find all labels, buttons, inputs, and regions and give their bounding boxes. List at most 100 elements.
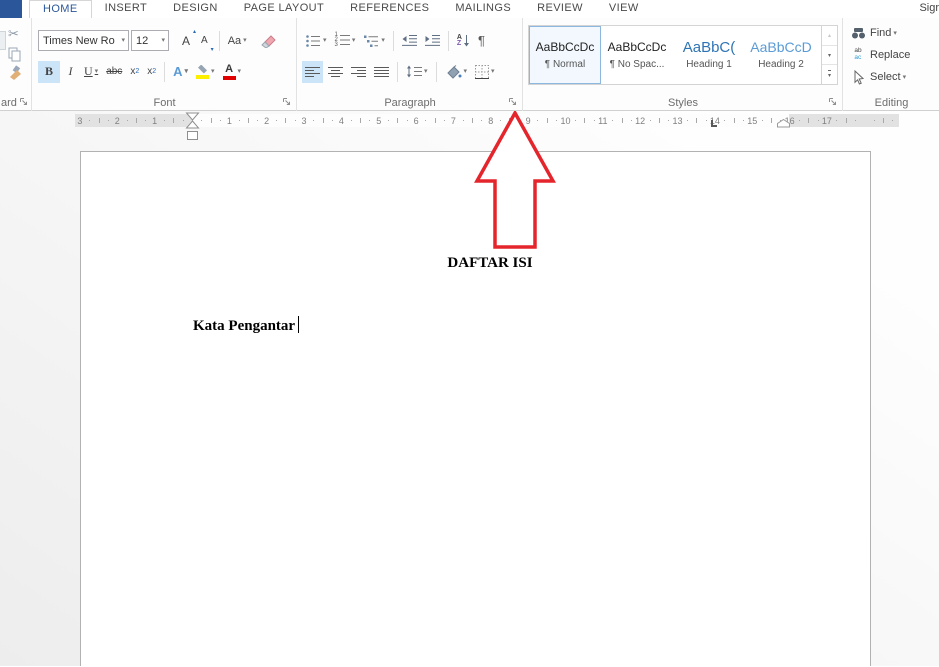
- ruler-number: 2: [264, 116, 270, 126]
- group-editing: Find ▾ ab ac Replace Select ▾ Editing: [844, 18, 939, 111]
- ruler-number: 12: [635, 116, 646, 126]
- multilevel-list-icon: [364, 35, 379, 47]
- tab-references[interactable]: REFERENCES: [337, 0, 442, 18]
- ruler-tick: [668, 120, 670, 121]
- ruler-tick: [360, 118, 362, 123]
- decrease-indent-icon: [401, 35, 417, 46]
- gallery-scroll-down-button[interactable]: ▾: [822, 46, 837, 66]
- italic-button[interactable]: I: [62, 61, 79, 83]
- subscript-button[interactable]: x2: [127, 61, 142, 83]
- align-left-icon: [305, 66, 320, 77]
- ruler-number: 8: [488, 116, 494, 126]
- clear-formatting-button[interactable]: [257, 30, 279, 52]
- borders-button[interactable]: ▾: [472, 61, 498, 83]
- hanging-indent-marker[interactable]: [185, 120, 200, 129]
- style-normal[interactable]: AaBbCcDc ¶ Normal: [529, 26, 601, 84]
- decrease-indent-button[interactable]: [399, 30, 420, 52]
- clipboard-dialog-launcher[interactable]: [19, 97, 29, 107]
- chevron-down-icon: ▾: [323, 37, 327, 44]
- tab-review[interactable]: REVIEW: [524, 0, 596, 18]
- line-spacing-button[interactable]: ▾: [403, 61, 431, 83]
- bullets-button[interactable]: ▾: [302, 30, 330, 52]
- text-highlight-button[interactable]: ▾: [193, 61, 218, 83]
- tab-design[interactable]: DESIGN: [160, 0, 231, 18]
- paragraph-dialog-launcher[interactable]: [508, 97, 518, 107]
- strikethrough-button[interactable]: abc: [103, 61, 125, 83]
- sort-az-icon: AZ: [456, 33, 462, 47]
- align-center-button[interactable]: [325, 61, 346, 83]
- paste-button-partial[interactable]: [0, 31, 6, 50]
- show-hide-button[interactable]: ¶: [475, 30, 488, 52]
- tab-page-layout[interactable]: PAGE LAYOUT: [231, 0, 337, 18]
- align-right-icon: [351, 66, 366, 77]
- right-indent-marker[interactable]: [777, 119, 790, 128]
- horizontal-ruler[interactable]: 3 2 1 1 2 3 4 5 6 7 8 9 10 11 12 13 14 15 16 17: [0, 111, 939, 141]
- tab-view[interactable]: VIEW: [596, 0, 652, 18]
- font-color-swatch: [222, 75, 236, 80]
- ruler-tick: [332, 120, 334, 121]
- increase-indent-button[interactable]: [422, 30, 443, 52]
- up-arrow-icon: ▴: [827, 32, 831, 39]
- font-size-combo[interactable]: 12 ▾: [131, 30, 169, 51]
- gallery-scroll-up-button[interactable]: ▴: [822, 26, 837, 46]
- select-label: Select: [870, 71, 901, 83]
- tab-mailings[interactable]: MAILINGS: [442, 0, 524, 18]
- tab-insert[interactable]: INSERT: [92, 0, 161, 18]
- font-color-button[interactable]: A ▾: [220, 61, 245, 83]
- ruler-number: 11: [598, 116, 608, 126]
- document-page[interactable]: [80, 151, 871, 666]
- cut-button[interactable]: ✂: [8, 26, 19, 42]
- group-clipboard: ✂ ard: [0, 18, 32, 111]
- style-heading-1[interactable]: AaBbC( Heading 1: [673, 26, 745, 84]
- ruler-tick: [574, 120, 576, 121]
- ruler-tick: [798, 120, 800, 121]
- align-right-button[interactable]: [348, 61, 369, 83]
- ruler-tick: [537, 120, 539, 121]
- left-indent-marker[interactable]: [187, 131, 198, 140]
- font-name-combo[interactable]: Times New Ro ▾: [38, 30, 129, 51]
- tab-home[interactable]: HOME: [29, 0, 92, 18]
- sign-in-link[interactable]: Sigr: [919, 0, 939, 18]
- indent-markers[interactable]: [185, 112, 200, 141]
- shading-button[interactable]: ▾: [442, 61, 471, 83]
- more-arrow-icon: ▾: [827, 70, 831, 79]
- replace-button[interactable]: ab ac Replace: [850, 47, 910, 63]
- styles-dialog-launcher[interactable]: [828, 97, 838, 107]
- copy-button[interactable]: [8, 47, 22, 62]
- tab-stop-marker[interactable]: [711, 120, 717, 127]
- ruler-tick: [210, 118, 212, 123]
- numbering-button[interactable]: 123 ▾: [332, 30, 359, 52]
- select-button[interactable]: Select ▾: [850, 69, 906, 85]
- line-spacing-icon: [407, 65, 422, 78]
- replace-icon: ab ac: [854, 47, 862, 61]
- chevron-down-icon: ▾: [161, 37, 165, 44]
- align-left-button[interactable]: [302, 60, 323, 83]
- text-effects-button[interactable]: A ▾: [170, 61, 191, 83]
- shrink-font-button[interactable]: A ▾: [198, 30, 214, 53]
- grow-font-letter: A: [182, 33, 191, 48]
- chevron-down-icon: ▾: [121, 37, 125, 44]
- justify-button[interactable]: [371, 61, 392, 83]
- tab-file-partial[interactable]: [0, 0, 22, 18]
- multilevel-list-button[interactable]: ▾: [360, 30, 388, 52]
- ruler-number: 3: [301, 116, 307, 126]
- style-no-spacing[interactable]: AaBbCcDc ¶ No Spac...: [601, 26, 673, 84]
- find-button[interactable]: Find ▾: [850, 25, 897, 41]
- sort-button[interactable]: AZ: [454, 30, 473, 52]
- document-workspace: 3 2 1 1 2 3 4 5 6 7 8 9 10 11 12 13 14 15 16 17 DAFTAR ISI …: [0, 111, 939, 666]
- grow-font-button[interactable]: A ▴: [179, 29, 196, 52]
- change-case-button[interactable]: Aa ▾: [225, 30, 250, 52]
- ruler-number: 6: [413, 116, 419, 126]
- numbered-list-icon: 123: [335, 33, 350, 48]
- style-heading-2[interactable]: AaBbCcD Heading 2: [745, 26, 817, 84]
- gallery-more-button[interactable]: ▾: [822, 65, 837, 84]
- font-dialog-launcher[interactable]: [282, 97, 292, 107]
- superscript-button[interactable]: x2: [144, 61, 159, 83]
- find-label: Find: [870, 27, 892, 39]
- bold-button[interactable]: B: [38, 60, 60, 83]
- format-painter-button[interactable]: [8, 65, 24, 81]
- ruler-tick: [462, 120, 464, 121]
- first-line-indent-marker[interactable]: [185, 112, 200, 121]
- eraser-icon: [260, 35, 276, 48]
- underline-button[interactable]: U ▾: [81, 61, 101, 83]
